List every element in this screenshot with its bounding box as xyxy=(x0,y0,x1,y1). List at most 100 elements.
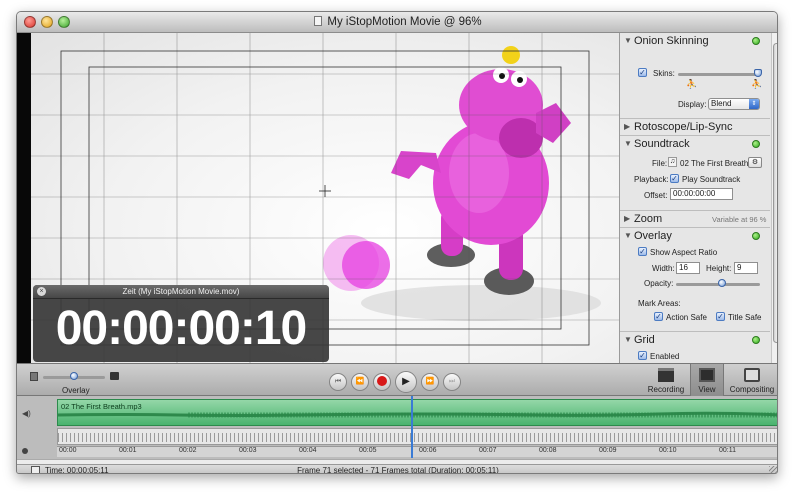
ruler-label: 00:04 xyxy=(299,447,317,454)
view-mode-button[interactable]: View xyxy=(690,364,724,397)
status-enabled-icon xyxy=(752,140,760,148)
timeline[interactable]: ◀) 02 The First Breath.mp3 00:00 00:01 00:… xyxy=(17,396,777,459)
action-safe-label: Action Safe xyxy=(666,313,707,322)
ruler-label: 00:06 xyxy=(419,447,437,454)
height-label: Height: xyxy=(706,264,732,273)
sidebar-scroll-thumb[interactable] xyxy=(773,43,777,343)
camera-icon xyxy=(110,372,119,380)
section-soundtrack[interactable]: ▼ Soundtrack xyxy=(620,135,770,152)
section-title: Onion Skinning xyxy=(634,35,709,47)
layers-icon xyxy=(744,368,760,382)
display-select[interactable]: Blend ⇕ xyxy=(708,98,760,110)
title-safe-label: Title Safe xyxy=(728,313,762,322)
section-grid[interactable]: ▼ Grid xyxy=(620,331,770,348)
section-title: Zoom xyxy=(634,213,663,225)
section-title: Rotoscope/Lip-Sync xyxy=(634,121,733,133)
title-bar: My iStopMotion Movie @ 96% xyxy=(17,12,777,33)
section-overlay[interactable]: ▼ Overlay xyxy=(620,227,770,244)
ruler-label: 00:07 xyxy=(479,447,497,454)
offset-field[interactable]: 00:00:00:00 xyxy=(670,188,733,200)
width-field[interactable]: 16 xyxy=(676,262,700,274)
overlay-slider-knob[interactable] xyxy=(70,372,78,380)
playhead[interactable] xyxy=(410,396,413,458)
skins-slider-track[interactable] xyxy=(678,73,758,76)
disclosure-closed-icon[interactable]: ▶ xyxy=(624,122,630,131)
section-rotoscope[interactable]: ▶ Rotoscope/Lip-Sync xyxy=(620,118,770,135)
overlay-label: Overlay xyxy=(62,386,90,395)
file-label: File: xyxy=(652,159,668,168)
ruler-label: 00:11 xyxy=(719,447,736,454)
play-soundtrack-label: Play Soundtrack xyxy=(682,175,741,184)
show-aspect-ratio-checkbox[interactable]: ✓ xyxy=(638,247,647,256)
zoom-value: Variable at 96 % xyxy=(712,215,767,224)
mode-label: Recording xyxy=(647,385,685,394)
width-label: Width: xyxy=(652,264,675,273)
height-field[interactable]: 9 xyxy=(734,262,758,274)
compositing-mode-button[interactable]: Compositing xyxy=(725,364,777,397)
mode-label: View xyxy=(698,385,716,394)
timer-panel-titlebar[interactable]: × Zeit (My iStopMotion Movie.mov) xyxy=(33,285,329,299)
clapperboard-icon xyxy=(658,368,674,382)
disclosure-open-icon[interactable]: ▼ xyxy=(624,335,632,344)
recording-mode-button[interactable]: Recording xyxy=(643,364,689,397)
disclosure-open-icon[interactable]: ▼ xyxy=(624,36,632,45)
next-frame-button[interactable]: ⏩ xyxy=(421,373,439,391)
play-soundtrack-checkbox[interactable]: ✓ xyxy=(670,174,679,183)
grid-enabled-label: Enabled xyxy=(650,352,680,361)
first-frame-button[interactable]: ⏮ xyxy=(329,373,347,391)
disclosure-closed-icon[interactable]: ▶ xyxy=(624,214,630,223)
mode-label: Compositing xyxy=(729,385,775,394)
section-onion-skinning[interactable]: ▼ Onion Skinning xyxy=(620,33,770,50)
few-skins-icon: ⛹ xyxy=(686,79,698,89)
section-title: Soundtrack xyxy=(634,138,690,150)
disclosure-open-icon[interactable]: ▼ xyxy=(624,139,632,148)
offset-label: Offset: xyxy=(644,191,668,200)
playback-label: Playback: xyxy=(634,175,669,184)
music-note-icon: ♫ xyxy=(668,157,677,167)
status-bar: Time: 00:00:05:11 Frame 71 selected - 71… xyxy=(17,464,777,474)
ruler-label: 00:01 xyxy=(119,447,137,454)
skins-label: Skins: xyxy=(653,69,675,78)
time-ruler[interactable]: 00:00 00:01 00:02 00:03 00:04 00:05 00:06 00:07… xyxy=(57,446,777,457)
offset-value: 00:00:00:00 xyxy=(673,189,716,198)
action-safe-checkbox[interactable]: ✓ xyxy=(654,312,663,321)
timecode-display: 00:00:00:10 xyxy=(55,302,308,355)
app-window: My iStopMotion Movie @ 96% × Zeit (My iS… xyxy=(16,11,778,474)
onion-skins-checkbox[interactable]: ✓ xyxy=(638,68,647,77)
audio-waveform xyxy=(58,411,777,418)
previous-frame-button[interactable]: ⏪ xyxy=(351,373,369,391)
status-enabled-icon xyxy=(752,37,760,45)
ruler-label: 00:00 xyxy=(59,447,77,454)
window-title-text: My iStopMotion Movie @ 96% xyxy=(327,16,482,28)
skins-slider-knob[interactable] xyxy=(754,69,762,77)
timer-panel[interactable]: × Zeit (My iStopMotion Movie.mov) 00:00:… xyxy=(33,285,329,362)
disclosure-open-icon[interactable]: ▼ xyxy=(624,231,632,240)
display-label: Display: xyxy=(678,100,707,109)
file-options-button[interactable]: ⚙ xyxy=(748,157,762,168)
height-value: 9 xyxy=(737,263,742,272)
ruler-label: 00:09 xyxy=(599,447,617,454)
section-title: Overlay xyxy=(634,230,672,242)
select-arrows-icon: ⇕ xyxy=(749,99,759,109)
section-zoom[interactable]: ▶ Zoom Variable at 96 % xyxy=(620,210,770,227)
audio-track[interactable]: 02 The First Breath.mp3 xyxy=(57,399,777,426)
zoom-dot-icon xyxy=(22,448,28,454)
ruler-label: 00:10 xyxy=(659,447,677,454)
display-select-value: Blend xyxy=(711,99,732,108)
frames-track[interactable] xyxy=(57,428,777,445)
sidebar-scrollbar[interactable] xyxy=(771,33,777,363)
window-title: My iStopMotion Movie @ 96% xyxy=(17,16,777,28)
record-button[interactable] xyxy=(373,373,391,391)
selection-status: Frame 71 selected - 71 Frames total (Dur… xyxy=(297,466,499,474)
ruler-label: 00:03 xyxy=(239,447,257,454)
mark-areas-label: Mark Areas: xyxy=(638,299,681,308)
frame-ticks xyxy=(58,433,777,442)
record-icon xyxy=(377,376,387,387)
grid-enabled-checkbox[interactable]: ✓ xyxy=(638,351,647,360)
title-safe-checkbox[interactable]: ✓ xyxy=(716,312,725,321)
resize-grip-icon[interactable] xyxy=(769,466,777,473)
transport-toolbar: Overlay ⏮ ⏪ ▶ ⏩ ⏭ Recording View Composi… xyxy=(17,363,777,397)
last-frame-button[interactable]: ⏭ xyxy=(443,373,461,391)
document-icon xyxy=(314,16,323,26)
play-button[interactable]: ▶ xyxy=(395,371,417,393)
